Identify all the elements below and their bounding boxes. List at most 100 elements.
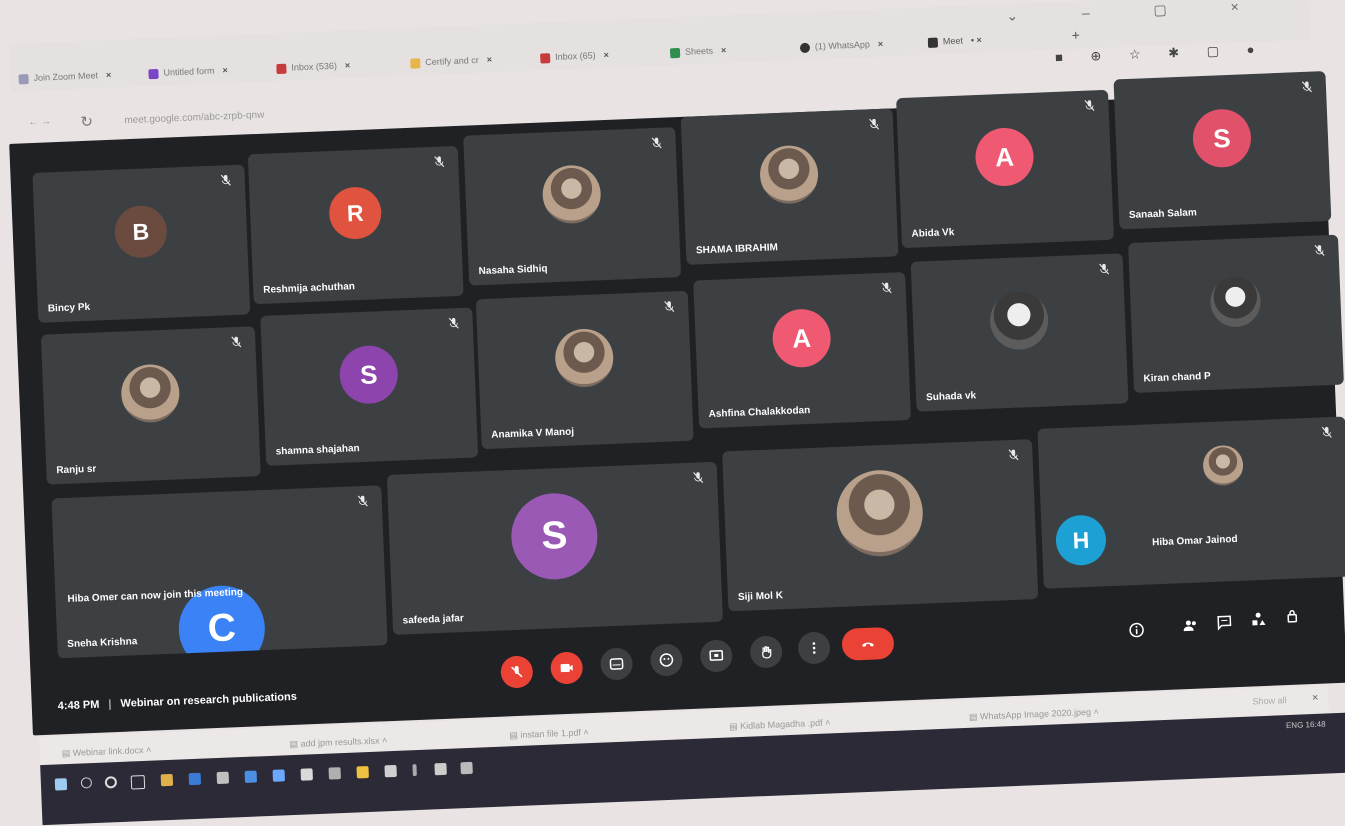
chat-button[interactable] bbox=[1213, 611, 1236, 634]
app-icon[interactable] bbox=[460, 762, 472, 774]
participant-avatar bbox=[1210, 276, 1262, 328]
emoji-button[interactable] bbox=[650, 643, 683, 676]
close-downloads-icon[interactable]: × bbox=[1312, 692, 1319, 704]
more-vert-icon bbox=[806, 640, 823, 657]
captions-button[interactable] bbox=[600, 647, 633, 680]
avatar-initial: S bbox=[359, 359, 378, 391]
app-icon[interactable] bbox=[384, 765, 396, 777]
muted-mic-icon bbox=[1312, 243, 1327, 258]
chrome-icon[interactable] bbox=[356, 766, 368, 778]
download-item[interactable]: ▤ Kidlab Magadha .pdf ˄ bbox=[729, 717, 831, 732]
close-icon[interactable]: × bbox=[878, 39, 884, 49]
task-view-icon[interactable] bbox=[131, 775, 146, 790]
participant-tile[interactable]: RReshmija achuthan bbox=[248, 146, 464, 304]
meeting-info-button[interactable] bbox=[1125, 619, 1148, 642]
browser-tab[interactable]: (1) WhatsApp× bbox=[800, 37, 919, 62]
photos-icon[interactable] bbox=[273, 769, 285, 781]
participant-name: Ranju sr bbox=[56, 464, 96, 477]
app-icon[interactable] bbox=[301, 768, 313, 780]
window-controls[interactable]: ⌄ – ▢ × bbox=[1006, 0, 1269, 25]
new-tab-button[interactable]: + bbox=[1071, 27, 1080, 43]
meet-icon bbox=[928, 37, 938, 47]
participant-avatar: B bbox=[114, 205, 168, 259]
close-icon[interactable]: • × bbox=[971, 35, 982, 45]
present-screen-button[interactable] bbox=[700, 639, 733, 672]
browser-tab[interactable]: Inbox (65)× bbox=[540, 48, 661, 73]
participant-avatar bbox=[759, 144, 819, 204]
show-all-downloads-link[interactable]: Show all bbox=[1252, 695, 1286, 706]
pen-icon[interactable] bbox=[328, 767, 340, 779]
mail-icon[interactable] bbox=[245, 770, 257, 782]
activities-button[interactable] bbox=[1247, 608, 1270, 631]
close-icon[interactable]: × bbox=[603, 50, 609, 60]
participant-tile[interactable]: BBincy Pk bbox=[32, 164, 250, 322]
participant-tile[interactable]: Kiran chand P bbox=[1128, 235, 1344, 393]
sheets-icon bbox=[670, 48, 680, 58]
participant-tile[interactable]: AAshfina Chalakkodan bbox=[693, 272, 911, 428]
close-icon[interactable]: × bbox=[106, 70, 112, 80]
app-icon[interactable] bbox=[412, 764, 416, 776]
participant-avatar bbox=[120, 363, 180, 423]
close-icon[interactable]: × bbox=[345, 60, 351, 70]
app-icon[interactable] bbox=[434, 763, 446, 775]
participant-tile[interactable]: Siji Mol K bbox=[722, 439, 1038, 611]
download-item[interactable]: ▤ WhatsApp Image 2020.jpeg ˄ bbox=[969, 707, 1099, 723]
download-item[interactable]: ▤ Webinar link.docx ˄ bbox=[61, 745, 151, 760]
more-options-button[interactable] bbox=[797, 631, 830, 664]
mic-toggle-button[interactable] bbox=[500, 655, 533, 688]
participants-button[interactable] bbox=[1179, 614, 1202, 637]
browser-toolbar-icons[interactable]: ■ ⊕ ☆ ✱ ▢ ● bbox=[1055, 41, 1267, 65]
muted-mic-icon bbox=[879, 281, 894, 296]
participant-tile[interactable]: Sshamna shajahan bbox=[260, 307, 478, 465]
close-icon[interactable]: × bbox=[222, 65, 228, 75]
participant-tile[interactable]: Anamika V Manoj bbox=[476, 291, 694, 449]
close-icon[interactable]: × bbox=[721, 45, 727, 55]
system-clock[interactable]: ENG 16:48 bbox=[1286, 720, 1326, 731]
windows-start-icon[interactable] bbox=[55, 778, 67, 790]
file-explorer-icon[interactable] bbox=[161, 774, 173, 786]
participant-name: Sneha Krishna bbox=[67, 636, 137, 650]
browser-tab[interactable]: Inbox (536)× bbox=[276, 58, 401, 83]
browser-tab[interactable]: Sheets× bbox=[670, 43, 791, 68]
back-forward-icon[interactable]: ← → bbox=[28, 116, 51, 128]
meeting-details[interactable]: 4:48 PM | Webinar on research publicatio… bbox=[58, 691, 298, 713]
close-icon[interactable]: × bbox=[487, 54, 493, 64]
raise-hand-button[interactable] bbox=[750, 635, 783, 668]
browser-tab[interactable]: Certify and cr× bbox=[410, 53, 527, 78]
reload-icon[interactable]: ↻ bbox=[80, 113, 93, 131]
search-icon[interactable] bbox=[81, 777, 92, 788]
leave-call-button[interactable] bbox=[841, 627, 894, 661]
browser-tab-active[interactable]: Meet• × bbox=[928, 32, 1059, 57]
url-text[interactable]: meet.google.com/abc-zrpb-qnw bbox=[124, 110, 264, 127]
participant-tile[interactable]: Ssafeeda jafar bbox=[387, 462, 723, 635]
camera-toggle-button[interactable] bbox=[550, 651, 583, 684]
participant-tile[interactable]: AAbida Vk bbox=[896, 90, 1114, 248]
participant-tile[interactable]: SSanaah Salam bbox=[1114, 71, 1332, 229]
participant-avatar: A bbox=[771, 308, 831, 368]
store-icon[interactable] bbox=[217, 772, 229, 784]
edge-icon[interactable] bbox=[189, 773, 201, 785]
mic-off-icon bbox=[508, 664, 525, 681]
muted-mic-icon bbox=[867, 117, 882, 132]
participant-photo bbox=[1202, 445, 1244, 487]
participant-tile[interactable]: SHAMA IBRAHIM bbox=[681, 108, 899, 264]
download-item[interactable]: ▤ add jpm results.xlsx ˄ bbox=[289, 735, 387, 750]
participant-tile[interactable]: Nasaha Sidhiq bbox=[463, 127, 681, 285]
people-icon bbox=[1182, 618, 1199, 635]
host-controls-button[interactable] bbox=[1281, 604, 1304, 627]
whatsapp-icon bbox=[800, 42, 810, 52]
participant-tile[interactable]: Ranju sr bbox=[41, 326, 261, 484]
hand-icon bbox=[758, 644, 775, 661]
participant-name: Suhada vk bbox=[926, 390, 976, 403]
browser-tab[interactable]: Untitled form× bbox=[148, 63, 269, 88]
browser-tab[interactable]: Join Zoom Meet× bbox=[18, 69, 137, 94]
avatar-initial: A bbox=[995, 141, 1015, 173]
participant-tile[interactable]: HHiba Omar Jainod bbox=[1037, 417, 1345, 589]
participant-name: Sanaah Salam bbox=[1129, 207, 1197, 221]
participant-tile[interactable]: CSneha Krishna bbox=[51, 485, 387, 658]
download-item[interactable]: ▤ instan file 1.pdf ˄ bbox=[509, 727, 589, 741]
participant-tile[interactable]: Suhada vk bbox=[911, 253, 1129, 411]
chat-icon bbox=[1216, 614, 1233, 631]
participant-avatar bbox=[989, 290, 1049, 350]
cortana-icon[interactable] bbox=[105, 776, 117, 788]
